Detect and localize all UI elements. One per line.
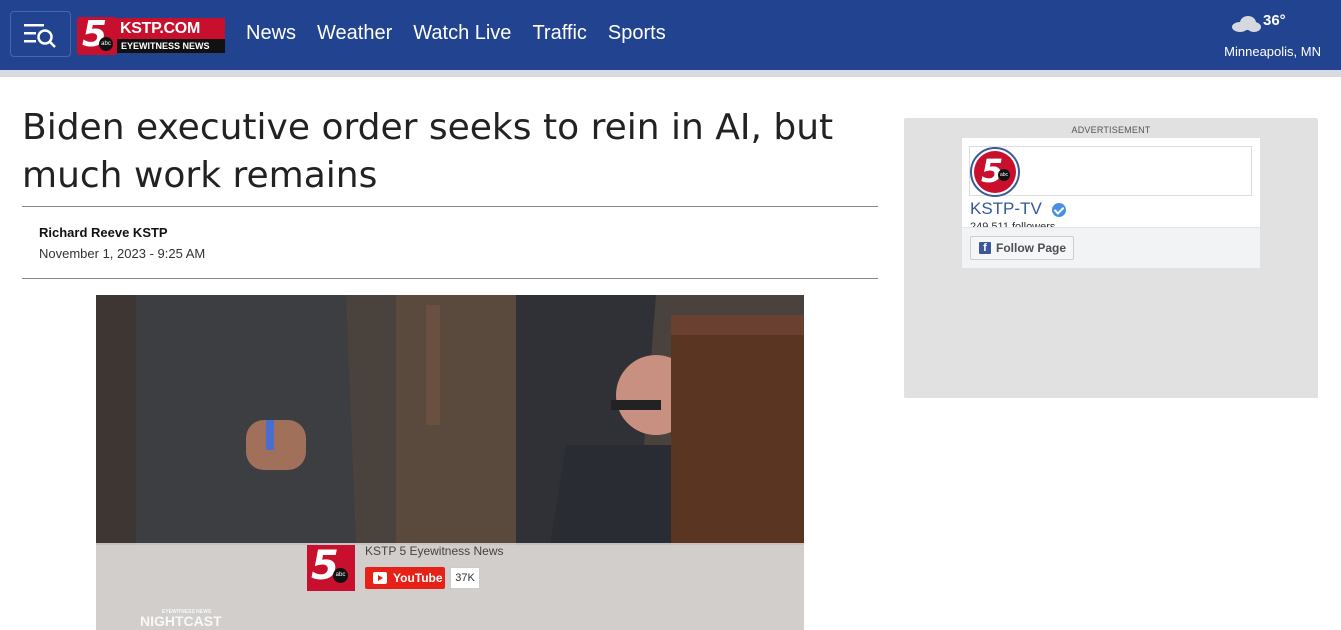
fb-page-name[interactable]: KSTP-TV (970, 199, 1042, 219)
channel-avatar[interactable]: 5 abc (307, 543, 355, 591)
youtube-subscribe-button[interactable]: YouTube (365, 567, 445, 589)
nav-traffic[interactable]: Traffic (532, 20, 586, 46)
video-player[interactable]: 5 abc KSTP 5 Eyewitness News YouTube 37K… (96, 295, 804, 630)
facebook-page-widget[interactable]: 5 abc KSTP-TV 249,511 followers f Follow… (962, 138, 1260, 268)
main-nav: News Weather Watch Live Traffic Sports (246, 20, 666, 46)
advertisement: ADVERTISEMENT 5 abc KSTP-TV 249,511 foll… (904, 118, 1318, 398)
logo-text: KSTP.COM (117, 18, 225, 39)
menu-search-button[interactable] (10, 11, 71, 57)
fb-actions: f Follow Page (962, 227, 1260, 268)
watermark-top: EYEWITNESS NEWS (162, 609, 212, 615)
abc-icon: abc (99, 37, 113, 51)
article-date: November 1, 2023 - 9:25 AM (39, 246, 206, 261)
logo-subtext: EYEWITNESS NEWS (117, 39, 225, 53)
logo-badge: 5 abc (77, 15, 117, 55)
nav-news[interactable]: News (246, 20, 296, 46)
menu-search-icon (24, 24, 56, 48)
site-logo[interactable]: 5 abc KSTP.COM EYEWITNESS NEWS (77, 15, 225, 55)
fb-page-avatar[interactable]: 5 abc (970, 147, 1020, 197)
channel-name[interactable]: KSTP 5 Eyewitness News (365, 544, 504, 558)
divider (22, 206, 878, 207)
abc-icon: abc (333, 568, 348, 583)
nightcast-watermark: EYEWITNESS NEWS NIGHTCAST (140, 609, 222, 629)
follow-page-button[interactable]: f Follow Page (970, 236, 1074, 260)
header-divider (0, 70, 1341, 77)
watermark-text: NIGHTCAST (140, 613, 222, 629)
nav-sports[interactable]: Sports (608, 20, 666, 46)
abc-icon: abc (998, 169, 1010, 181)
weather-location: Minneapolis, MN (1224, 44, 1321, 59)
subscriber-count: 37K (450, 567, 480, 589)
youtube-label: YouTube (393, 571, 443, 585)
site-header: 5 abc KSTP.COM EYEWITNESS NEWS News Weat… (0, 0, 1341, 70)
weather-temp: 36° (1263, 12, 1286, 29)
divider (22, 278, 878, 279)
logo-numeral: 5 (311, 543, 339, 589)
nav-weather[interactable]: Weather (317, 20, 392, 46)
verified-icon (1052, 203, 1066, 217)
facebook-icon: f (979, 242, 991, 254)
cloud-icon (1232, 16, 1261, 32)
youtube-icon (373, 572, 387, 584)
article-headline: Biden executive order seeks to rein in A… (22, 107, 834, 196)
ad-label: ADVERTISEMENT (1071, 125, 1151, 135)
nav-watch-live[interactable]: Watch Live (413, 20, 511, 46)
article-byline[interactable]: Richard Reeve KSTP (39, 225, 168, 240)
follow-label: Follow Page (996, 241, 1067, 255)
